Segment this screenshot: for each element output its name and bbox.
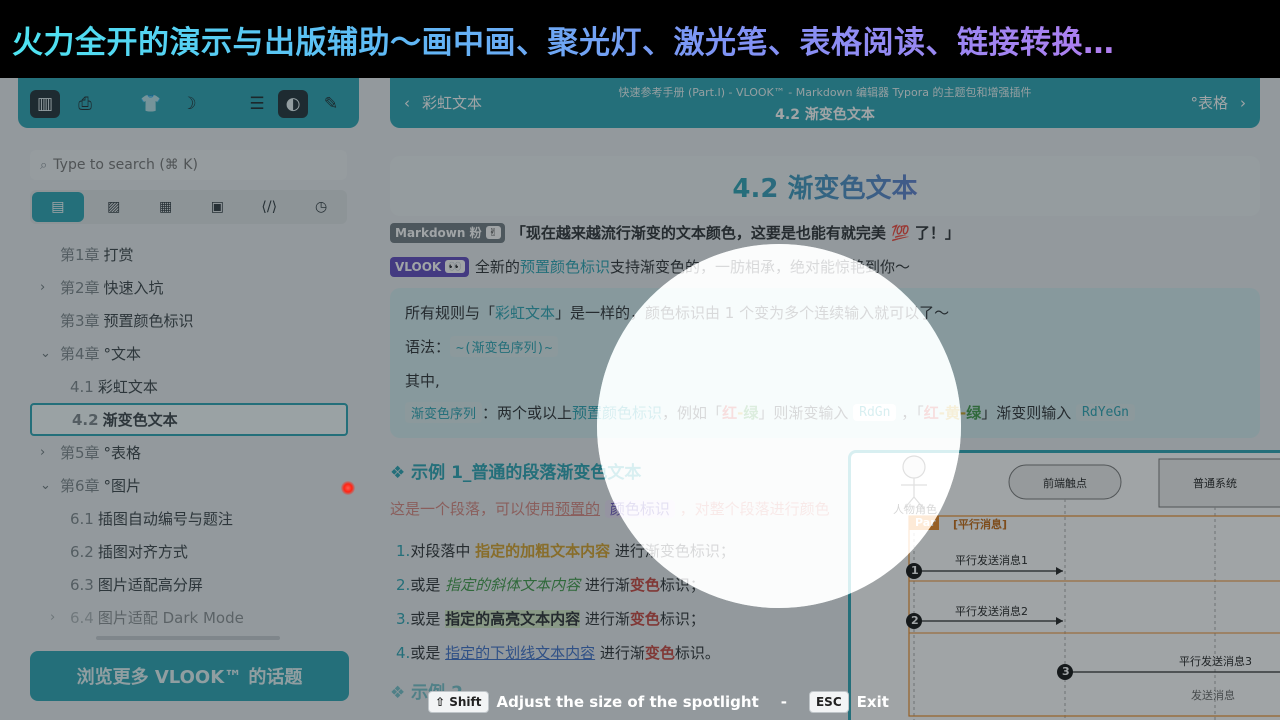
md-fan-quote: Markdown 粉 ✌ 「现在越来越流行渐变的文本颜色，这要是也能有就完美 💯 … xyxy=(390,222,960,243)
feature-banner: 火力全开的演示与出版辅助～画中画、聚光灯、激光笔、表格阅读、链接转换… xyxy=(0,0,1280,78)
search-box[interactable]: ⌕ xyxy=(30,150,347,180)
lane-frontend-label: 前端触点 xyxy=(1043,477,1087,490)
hint-separator: - xyxy=(780,693,787,711)
outline-item[interactable]: ⌄ 第4章 °文本 xyxy=(30,337,348,370)
example-paragraph: 这是一个段落，可以使用预置的 颜色标识 ，对整个段落进行颜色 xyxy=(390,500,830,518)
actor-label: 人物角色 xyxy=(893,503,937,516)
doc-navbar: ‹ 彩虹文本 快速参考手册 (Part.I) - VLOOK™ - Markdo… xyxy=(390,78,1260,128)
msg3-label: 平行发送消息3 xyxy=(1179,655,1252,668)
msg1-arrowhead xyxy=(1056,567,1063,575)
doc-subtitle: 快速参考手册 (Part.I) - VLOOK™ - Markdown 编辑器 … xyxy=(618,86,1032,99)
sidebar-toolbar: ▥ ⎙ 👕 ☽ ☰ ◐ ✎ xyxy=(18,78,359,128)
outline-item[interactable]: ⌄ 第6章 °图片 xyxy=(30,469,348,502)
outline-item[interactable]: › 6.4 图片适配 Dark Mode xyxy=(30,601,348,634)
code-rdgn: RdGn xyxy=(853,404,897,421)
outline-item[interactable]: 第1章 打赏 xyxy=(30,238,348,271)
outline-item[interactable]: 6.2 插图对齐方式 xyxy=(30,535,348,568)
vlook-badge: VLOOK 👀 xyxy=(390,256,469,277)
tab-code[interactable]: ⟨/⟩ xyxy=(243,190,295,224)
shift-key: ⇧ Shift xyxy=(428,691,489,713)
par-label: [平行消息] xyxy=(953,518,1008,531)
par-tag: Par xyxy=(915,516,936,529)
outline-list: 第1章 打赏 › 第2章 快速入坑 第3章 预置颜色标识 ⌄ 第4章 °文本 4.1 彩虹文本… xyxy=(30,238,348,634)
outline-item[interactable]: 6.3 图片适配高分屏 xyxy=(30,568,348,601)
search-input[interactable] xyxy=(53,157,324,173)
chevron-down-icon[interactable]: ⌄ xyxy=(40,478,51,493)
markdown-fan-badge: Markdown 粉 ✌ xyxy=(390,222,505,243)
diagram-graphics xyxy=(901,455,1280,720)
print-icon[interactable]: ⎙ xyxy=(70,90,100,118)
next-chapter-link[interactable]: °表格 › xyxy=(1190,92,1246,113)
chevron-right-icon[interactable]: › xyxy=(40,280,45,295)
spotlight-hint-bar: ⇧ Shift Adjust the size of the spotlight… xyxy=(428,690,889,714)
list-item: 1.对段落中 指定的加粗文本内容 进行渐变色标识； xyxy=(396,542,735,560)
list-icon: ▤ xyxy=(51,199,65,215)
lane-system-label: 普通系统 xyxy=(1193,477,1237,490)
map-icon[interactable]: ▥ xyxy=(30,90,60,118)
search-icon: ⌕ xyxy=(40,157,48,173)
outline-item[interactable]: 6.1 插图自动编号与题注 xyxy=(30,502,348,535)
msg2-arrowhead xyxy=(1056,617,1063,625)
image-icon: ▨ xyxy=(107,199,121,215)
gradient-seq-chip: 渐变色序列 xyxy=(405,402,483,423)
color-tag-pill: 颜色标识 xyxy=(604,500,675,518)
list-item: 3.或是 指定的高亮文本内容 进行渐变色标识； xyxy=(396,610,705,628)
chevron-down-icon[interactable]: ⌄ xyxy=(40,346,51,361)
step-1-label: 1 xyxy=(911,564,919,577)
contrast-icon[interactable]: ◐ xyxy=(278,90,308,118)
code-icon: ⟨/⟩ xyxy=(261,199,278,215)
code-rdyegn: RdYeGn xyxy=(1076,404,1136,421)
syntax-code: ~(渐变色序列)~ xyxy=(450,336,559,357)
chevron-right-icon: › xyxy=(1240,93,1246,112)
tab-media[interactable]: ▣ xyxy=(191,190,243,224)
msg1-label: 平行发送消息1 xyxy=(955,554,1028,567)
esc-key[interactable]: ESC xyxy=(808,691,849,713)
shift-hint-text: Adjust the size of the spotlight xyxy=(496,693,759,711)
browse-more-button[interactable]: 浏览更多 VLOOK™ 的话题 xyxy=(30,651,349,701)
actor-head xyxy=(902,455,926,479)
section-heading: 4.2 渐变色文本 xyxy=(390,156,1260,216)
rules-callout: 所有规则与「 彩虹文本 」是一样的，颜色标识由 1 个变为多个连续输入就可以了～ 语… xyxy=(390,288,1260,438)
tab-tables[interactable]: ▦ xyxy=(140,190,192,224)
msg2-label: 平行发送消息2 xyxy=(955,605,1028,618)
step-2-label: 2 xyxy=(911,614,919,627)
outline-item[interactable]: › 第2章 快速入坑 xyxy=(30,271,348,304)
sequence-diagram[interactable]: 人物角色 前端触点 普通系统 Par [平行消息] 平行发送消息1 平行发送消息… xyxy=(848,450,1280,720)
list-indent-icon[interactable]: ☰ xyxy=(242,90,272,118)
outline-item[interactable]: 4.1 彩虹文本 xyxy=(30,370,348,403)
tab-outline[interactable]: ▤ xyxy=(32,192,84,222)
preset-color-link[interactable]: 预置颜色标识 xyxy=(572,402,662,423)
laser-pointer-icon[interactable]: ✎ xyxy=(316,90,346,118)
sidebar-tabs: ▤ ▨ ▦ ▣ ⟨/⟩ ◷ xyxy=(30,190,347,224)
step-3-label: 3 xyxy=(1062,665,1070,678)
chevron-right-icon[interactable]: › xyxy=(40,445,45,460)
moon-icon[interactable]: ☽ xyxy=(174,90,204,118)
sidebar: ▥ ⎙ 👕 ☽ ☰ ◐ ✎ ⌕ ▤ ▨ ▦ ▣ ⟨/⟩ ◷ 第1章打赏 ›第2章… xyxy=(18,78,360,720)
shirt-icon[interactable]: 👕 xyxy=(136,90,166,118)
outline-item[interactable]: 第3章 预置颜色标识 xyxy=(30,304,348,337)
laser-pointer-dot xyxy=(341,481,355,495)
msg4-label: 发送消息 xyxy=(1191,689,1235,702)
list-item: 2.或是 指定的斜体文本内容 进行渐变色标识； xyxy=(396,576,705,594)
chevron-right-icon[interactable]: › xyxy=(50,610,55,625)
video-icon: ▣ xyxy=(210,199,225,215)
list-item: 4.或是 指定的下划线文本内容 进行渐变色标识。 xyxy=(396,644,720,662)
sidebar-scrollbar[interactable] xyxy=(96,636,280,640)
example-1-heading: ❖ 示例 1_普通的段落渐变色文本 xyxy=(390,463,642,483)
banner-title: 火力全开的演示与出版辅助～画中画、聚光灯、激光笔、表格阅读、链接转换… xyxy=(12,17,1115,62)
history-icon: ◷ xyxy=(314,199,328,215)
outline-item[interactable]: › 第5章 °表格 xyxy=(30,436,348,469)
table-icon: ▦ xyxy=(158,199,173,215)
esc-hint-text: Exit xyxy=(856,693,889,711)
preset-color-link[interactable]: 预置颜色标识 xyxy=(520,256,610,277)
tab-history[interactable]: ◷ xyxy=(295,190,347,224)
outline-item-current[interactable]: 4.2 渐变色文本 xyxy=(30,403,348,436)
vlook-answer: VLOOK 👀 全新的 预置颜色标识 支持渐变色的，一肪相承，绝对能惊艳到你～ xyxy=(390,256,910,277)
doc-title-area: 快速参考手册 (Part.I) - VLOOK™ - Markdown 编辑器 … xyxy=(390,84,1260,124)
tab-images[interactable]: ▨ xyxy=(88,190,140,224)
rainbow-text-link[interactable]: 彩虹文本 xyxy=(495,302,555,323)
doc-current-section: 4.2 渐变色文本 xyxy=(775,107,875,123)
